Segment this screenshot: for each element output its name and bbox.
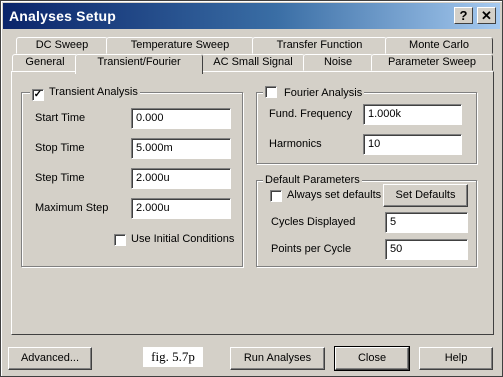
analyses-setup-dialog: Analyses Setup ? ✕ DC Sweep Temperature … bbox=[0, 0, 503, 377]
step-time-input[interactable]: 2.000u bbox=[131, 168, 231, 189]
cycles-displayed-label: Cycles Displayed bbox=[271, 216, 356, 228]
transient-title: Transient Analysis bbox=[49, 86, 138, 98]
close-button[interactable]: Close bbox=[334, 346, 410, 371]
maximum-step-input[interactable]: 2.000u bbox=[131, 198, 231, 219]
fourier-legend: Fourier Analysis bbox=[263, 86, 365, 100]
harmonics-label: Harmonics bbox=[269, 138, 322, 150]
always-set-defaults-checkbox[interactable] bbox=[270, 190, 282, 202]
use-initial-conditions-checkbox[interactable] bbox=[114, 234, 126, 246]
window-title: Analyses Setup bbox=[9, 8, 117, 24]
tab-transient-fourier[interactable]: Transient/Fourier bbox=[75, 54, 203, 74]
help-button[interactable]: Help bbox=[419, 347, 493, 370]
start-time-input[interactable]: 0.000 bbox=[131, 108, 231, 129]
set-defaults-button[interactable]: Set Defaults bbox=[383, 184, 468, 207]
cycles-displayed-input[interactable]: 5 bbox=[385, 212, 468, 233]
tab-parameter-sweep[interactable]: Parameter Sweep bbox=[371, 54, 493, 71]
title-bar[interactable]: Analyses Setup ? ✕ bbox=[3, 3, 500, 29]
advanced-button[interactable]: Advanced... bbox=[8, 347, 92, 370]
start-time-label: Start Time bbox=[35, 112, 86, 124]
help-icon[interactable]: ? bbox=[454, 7, 473, 24]
transient-legend: ✓ Transient Analysis bbox=[30, 86, 140, 101]
fourier-checkbox[interactable] bbox=[265, 86, 277, 98]
tab-dc-sweep[interactable]: DC Sweep bbox=[16, 37, 108, 54]
fund-frequency-label: Fund. Frequency bbox=[269, 108, 353, 120]
always-set-defaults-label: Always set defaults bbox=[287, 189, 382, 201]
harmonics-input[interactable]: 10 bbox=[363, 134, 462, 155]
fund-frequency-input[interactable]: 1.000k bbox=[363, 104, 462, 125]
tab-temperature-sweep[interactable]: Temperature Sweep bbox=[106, 37, 254, 54]
points-per-cycle-label: Points per Cycle bbox=[271, 243, 352, 255]
fourier-title: Fourier Analysis bbox=[284, 87, 363, 99]
figure-annotation: fig. 5.7p bbox=[143, 347, 203, 367]
transient-checkbox[interactable]: ✓ bbox=[32, 89, 44, 101]
stop-time-input[interactable]: 5.000m bbox=[131, 138, 231, 159]
tab-ac-small-signal[interactable]: AC Small Signal bbox=[201, 54, 305, 71]
stop-time-label: Stop Time bbox=[35, 142, 85, 154]
step-time-label: Step Time bbox=[35, 172, 85, 184]
use-initial-conditions-label: Use Initial Conditions bbox=[131, 233, 235, 245]
tab-general[interactable]: General bbox=[12, 54, 78, 71]
close-icon[interactable]: ✕ bbox=[477, 7, 496, 24]
points-per-cycle-input[interactable]: 50 bbox=[385, 239, 468, 260]
tab-noise[interactable]: Noise bbox=[303, 54, 373, 71]
default-parameters-title: Default Parameters bbox=[263, 174, 362, 187]
run-analyses-button[interactable]: Run Analyses bbox=[230, 347, 325, 370]
maximum-step-label: Maximum Step bbox=[35, 202, 109, 214]
tab-monte-carlo[interactable]: Monte Carlo bbox=[385, 37, 493, 54]
tab-transfer-function[interactable]: Transfer Function bbox=[252, 37, 387, 54]
